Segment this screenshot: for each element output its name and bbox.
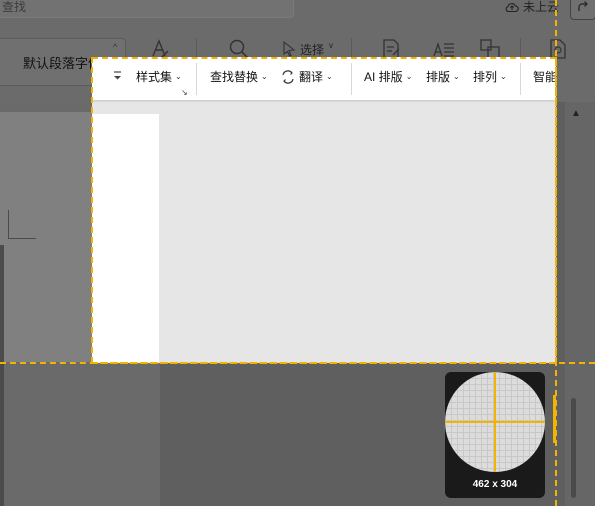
chevron-down-icon: ⌄ <box>453 72 460 81</box>
margin-marker <box>8 238 36 239</box>
share-button[interactable] <box>570 0 595 20</box>
selection-border-left <box>91 57 93 363</box>
search-field[interactable] <box>0 0 294 18</box>
ai-layout-button[interactable]: AI 排版 ⌄ <box>364 68 412 85</box>
vertical-ruler <box>0 245 4 506</box>
style-set-label: 样式集 <box>136 70 173 84</box>
chevron-down-icon: ⌄ <box>500 72 507 81</box>
vertical-scrollbar[interactable] <box>565 102 595 506</box>
search-text: 查找 <box>2 0 27 14</box>
find-replace-label: 查找替换 <box>210 70 259 84</box>
style-set-button[interactable]: 样式集 ⌄ <box>136 68 182 85</box>
cursor-indicator <box>553 395 556 443</box>
toolbar-separator <box>196 63 197 95</box>
magnifier: 462 x 304 <box>445 372 545 498</box>
smart-document-label: 智能公文 <box>533 70 556 84</box>
scroll-thumb[interactable] <box>571 398 576 498</box>
page-shadow <box>0 112 92 362</box>
arrange-label: 排列 <box>473 70 498 84</box>
cloud-upload-icon <box>505 2 519 12</box>
cloud-label: 未上云 <box>523 0 560 14</box>
toolbar-separator <box>520 63 521 95</box>
magnifier-lens <box>445 372 545 472</box>
arrange-button[interactable]: 排列 ⌄ <box>473 68 507 85</box>
find-replace-button[interactable]: 查找替换 ⌄ <box>210 68 268 85</box>
layout-button[interactable]: 排版 ⌄ <box>426 68 460 85</box>
translate-label: 翻译 <box>299 70 324 84</box>
document-page[interactable] <box>92 114 159 363</box>
chevron-down-icon: ⌄ <box>261 72 268 81</box>
capture-region[interactable]: 样式集 ⌄ ↘ 查找替换 ⌄ 翻译 ⌄ AI 排版 ⌄ 排版 ⌄ 排列 ⌄ 智能 <box>92 57 556 363</box>
scroll-up-icon[interactable]: ▲ <box>571 108 581 119</box>
translate-button[interactable]: 翻译 ⌄ <box>280 68 333 85</box>
cloud-status[interactable]: 未上云 <box>505 0 559 15</box>
chevron-down-icon: ⌄ <box>175 72 182 81</box>
chevron-down-icon: ⌄ <box>405 72 413 81</box>
share-icon <box>578 1 588 11</box>
crosshair-horizontal-guide <box>0 362 595 364</box>
font-name: 默认段落字体 <box>23 56 102 71</box>
chevron-down-icon: ⌄ <box>326 72 333 81</box>
selection-size-label: 462 x 304 <box>472 479 518 490</box>
dialog-launcher-icon[interactable]: ↘ <box>181 88 188 97</box>
translate-icon <box>282 69 294 84</box>
layout-label: 排版 <box>426 70 451 84</box>
select-label[interactable]: 选择 <box>300 41 324 58</box>
ai-layout-label: AI 排版 <box>364 70 403 84</box>
margin-marker <box>8 210 9 238</box>
list-down-icon <box>114 71 121 80</box>
magnifier-crosshair-vertical <box>494 372 496 472</box>
chevron-down-icon[interactable]: v <box>329 41 333 50</box>
cursor-icon[interactable] <box>282 41 296 57</box>
smart-document-button[interactable]: 智能公文 <box>533 68 556 85</box>
captured-ribbon: 样式集 ⌄ ↘ 查找替换 ⌄ 翻译 ⌄ AI 排版 ⌄ 排版 ⌄ 排列 ⌄ 智能 <box>92 57 556 100</box>
selection-border-top <box>92 57 556 59</box>
chevron-up-icon[interactable]: ^ <box>113 42 117 52</box>
toolbar-separator <box>351 63 352 95</box>
